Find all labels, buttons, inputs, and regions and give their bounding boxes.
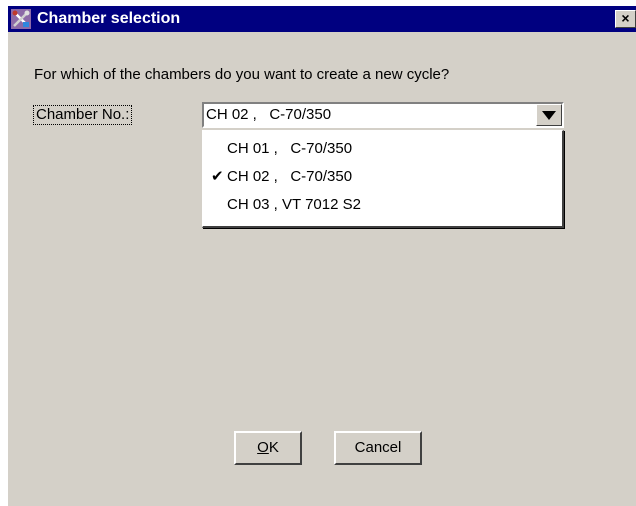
option-ch02[interactable]: ✔ CH 02 , C-70/350 [203, 163, 562, 191]
dropdown-arrow-button[interactable] [536, 104, 562, 126]
ok-mnemonic: O [257, 439, 269, 456]
ok-label-rest: K [268, 439, 279, 456]
chamber-select[interactable]: CH 02 , C-70/350 [202, 102, 564, 128]
chamber-dropdown-list: CH 01 , C-70/350 ✔ CH 02 , C-70/350 CH 0… [202, 130, 564, 228]
close-button[interactable]: × [615, 10, 636, 28]
option-label: CH 01 , C-70/350 [227, 140, 353, 157]
option-ch03[interactable]: CH 03 , VT 7012 S2 [203, 191, 562, 219]
prompt-text: For which of the chambers do you want to… [34, 66, 450, 83]
cancel-button[interactable]: Cancel [334, 431, 422, 465]
option-ch01[interactable]: CH 01 , C-70/350 [203, 135, 562, 163]
option-label: CH 02 , C-70/350 [227, 168, 353, 185]
ok-button[interactable]: OK [234, 431, 302, 465]
title-bar[interactable]: Chamber selection × [8, 6, 636, 32]
window-title: Chamber selection [37, 10, 181, 27]
chamber-selection-dialog: Chamber selection × For which of the cha… [8, 6, 636, 506]
tools-icon [11, 9, 31, 29]
chamber-no-label: Chamber No.: [32, 105, 133, 125]
check-icon: ✔ [211, 168, 224, 185]
option-label: CH 03 , VT 7012 S2 [227, 196, 361, 213]
chamber-selected-value: CH 02 , C-70/350 [206, 106, 332, 123]
triangle-down-icon [542, 111, 556, 120]
